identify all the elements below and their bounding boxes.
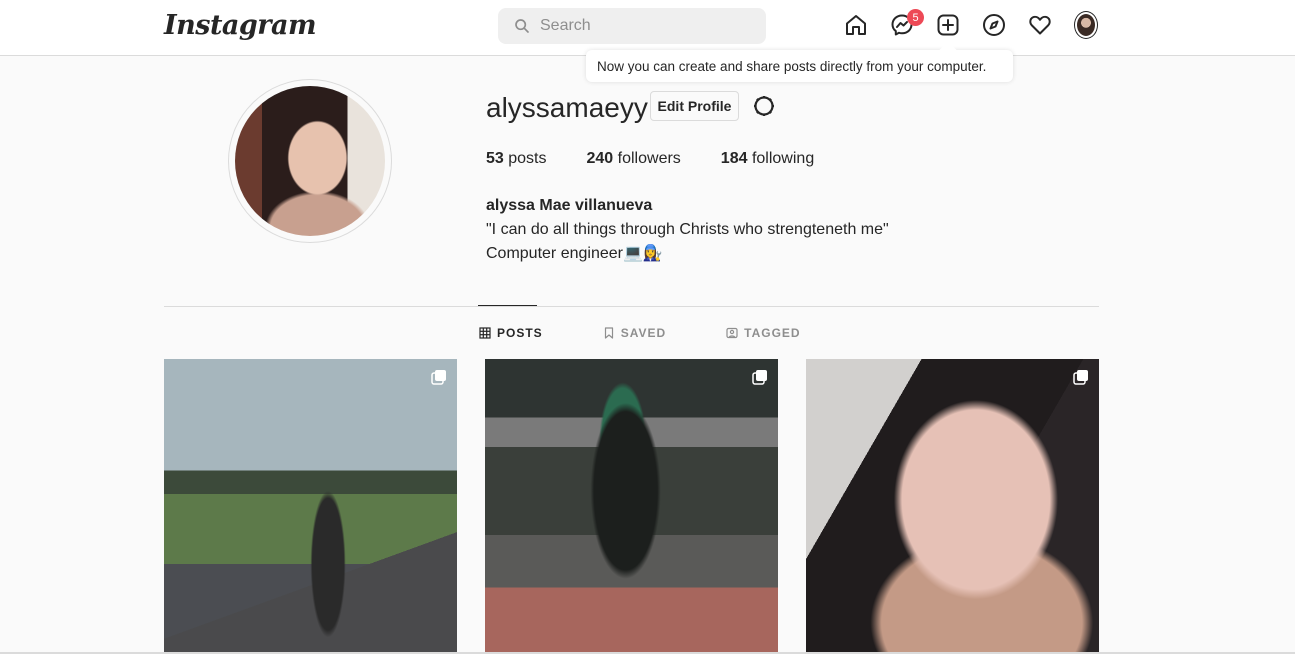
- top-navbar: Instagram 5: [0, 0, 1295, 56]
- carousel-icon: [752, 370, 767, 385]
- tab-saved[interactable]: SAVED: [603, 326, 666, 340]
- posts-stat: 53 posts: [486, 150, 547, 167]
- profile-stats: 53 posts 240 followers 184 following: [486, 150, 854, 168]
- profile-photo: [235, 86, 385, 236]
- profile-full-name: alyssa Mae villanueva: [486, 197, 653, 214]
- post-thumbnail-1[interactable]: [164, 359, 457, 652]
- carousel-icon: [1073, 370, 1088, 385]
- tab-tagged-label: TAGGED: [744, 326, 801, 340]
- create-post-tooltip: Now you can create and share posts direc…: [586, 50, 1013, 82]
- tabs-divider: [164, 306, 1099, 307]
- tab-tagged[interactable]: TAGGED: [726, 326, 800, 340]
- nav-avatar: [1074, 11, 1098, 39]
- post-thumbnail-3[interactable]: [806, 359, 1099, 652]
- bookmark-icon: [604, 327, 613, 339]
- tab-posts-label: POSTS: [497, 326, 543, 340]
- carousel-icon: [431, 370, 446, 385]
- profile-tabs: POSTS SAVED TAGGED: [479, 326, 801, 340]
- tooltip-text: Now you can create and share posts direc…: [597, 58, 987, 74]
- bio-line-2: Computer engineer💻👩‍🔧: [486, 245, 663, 262]
- explore-icon: [983, 14, 1005, 36]
- grid-icon: [479, 327, 491, 339]
- new-post-icon: [937, 14, 959, 36]
- search-box[interactable]: [498, 8, 766, 44]
- tab-posts[interactable]: POSTS: [479, 326, 543, 340]
- settings-gear-icon[interactable]: [752, 94, 776, 118]
- search-input[interactable]: [540, 17, 740, 35]
- post-thumbnail-2[interactable]: [485, 359, 778, 652]
- profile-menu-button[interactable]: [1074, 11, 1098, 39]
- tab-saved-label: SAVED: [620, 326, 667, 340]
- active-tab-indicator: [478, 305, 537, 306]
- followers-stat[interactable]: 240 followers: [587, 150, 681, 168]
- home-button[interactable]: [844, 13, 868, 37]
- home-icon: [846, 15, 866, 35]
- tagged-icon: [726, 327, 738, 339]
- profile-bio: alyssa Mae villanueva "I can do all thin…: [486, 194, 889, 266]
- bio-line-1: "I can do all things through Christs who…: [486, 221, 889, 238]
- instagram-logo[interactable]: Instagram: [164, 10, 317, 41]
- search-icon: [515, 19, 529, 33]
- explore-button[interactable]: [982, 13, 1006, 37]
- messages-badge: 5: [907, 9, 924, 26]
- heart-icon: [1029, 15, 1051, 35]
- activity-button[interactable]: [1028, 13, 1052, 37]
- following-stat[interactable]: 184 following: [721, 150, 814, 168]
- new-post-button[interactable]: [936, 13, 960, 37]
- messenger-button[interactable]: 5: [890, 9, 924, 37]
- profile-username: alyssamaeyy: [486, 92, 648, 123]
- nav-icons: 5: [844, 9, 1098, 39]
- edit-profile-button[interactable]: Edit Profile: [650, 91, 739, 121]
- profile-avatar[interactable]: [228, 79, 392, 243]
